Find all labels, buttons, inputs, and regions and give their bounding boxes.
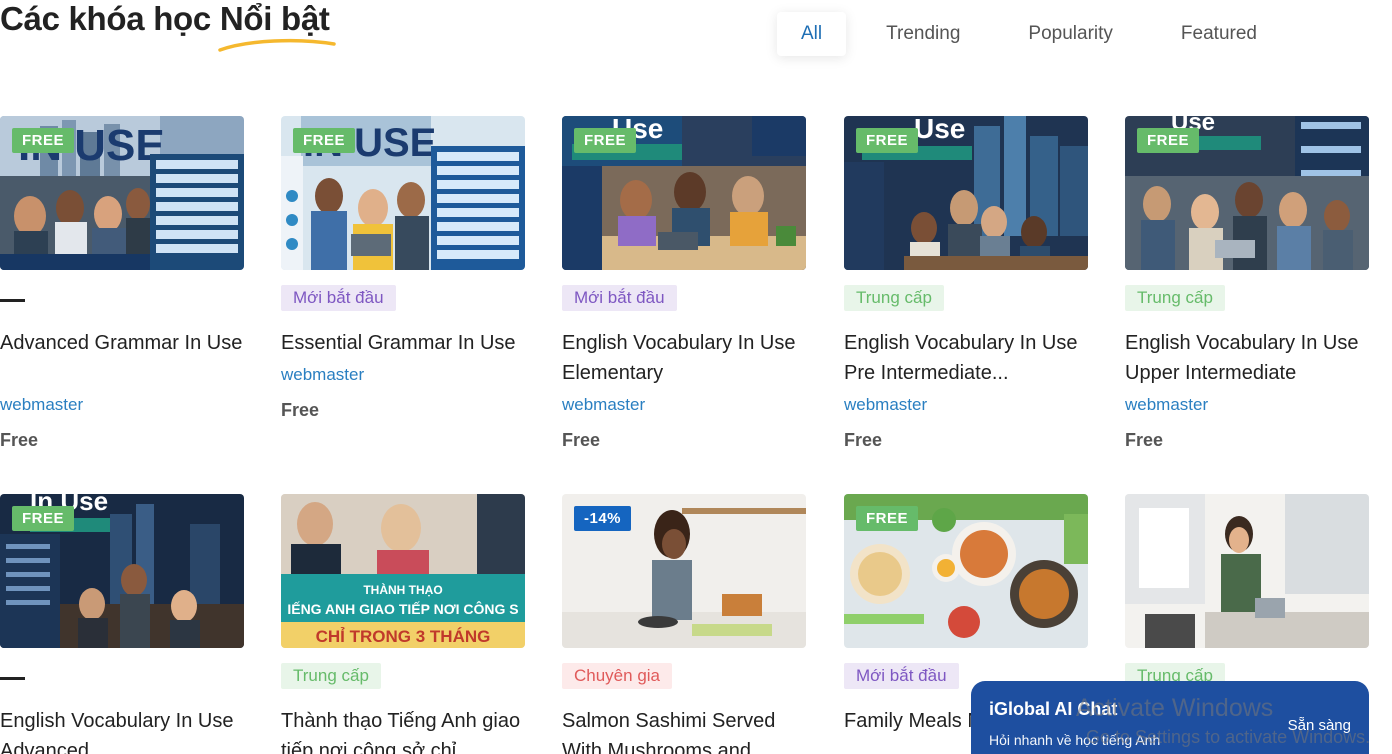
- course-price: Free: [281, 400, 320, 420]
- free-badge: FREE: [12, 506, 75, 531]
- course-title[interactable]: Essential Grammar In Use: [281, 328, 525, 358]
- watermark-line-1: Activate Windows: [1076, 694, 1274, 722]
- course-card[interactable]: In Use FREE English Vocabulary In Use Ad…: [0, 494, 244, 754]
- free-badge: FREE: [12, 128, 75, 153]
- level-badge: Trung cấp: [1125, 285, 1225, 311]
- course-thumbnail[interactable]: Use FREE: [844, 116, 1088, 270]
- filter-tabs: All Trending Popularity Featured: [777, 12, 1278, 56]
- course-author[interactable]: webmaster: [1125, 395, 1208, 415]
- course-price: Free: [562, 430, 601, 450]
- level-placeholder-dash: [0, 299, 25, 302]
- free-badge: FREE: [856, 128, 919, 153]
- filter-tab-all[interactable]: All: [777, 12, 847, 56]
- course-title[interactable]: English Vocabulary In Use Pre Intermedia…: [844, 328, 1088, 388]
- course-title[interactable]: English Vocabulary In Use Elementary: [562, 328, 806, 388]
- filter-tab-popularity[interactable]: Popularity: [1008, 12, 1133, 56]
- section-title-highlight-text: Nổi bật: [219, 0, 330, 37]
- watermark-line-2: Go to Settings to activate Windows.: [1086, 727, 1371, 747]
- course-author[interactable]: webmaster: [844, 395, 927, 415]
- course-thumbnail[interactable]: Use FREE: [1125, 116, 1369, 270]
- level-badge: Mới bắt đầu: [562, 285, 677, 311]
- course-title[interactable]: Advanced Grammar In Use: [0, 328, 244, 358]
- course-author[interactable]: webmaster: [281, 365, 364, 385]
- level-placeholder-dash: [0, 677, 25, 680]
- course-thumbnail[interactable]: FREE: [844, 494, 1088, 648]
- filter-tab-featured[interactable]: Featured: [1161, 12, 1277, 56]
- level-badge: Trung cấp: [281, 663, 381, 689]
- free-badge: FREE: [574, 128, 637, 153]
- level-badge: Mới bắt đầu: [281, 285, 396, 311]
- section-title-highlight: Nổi bật: [218, 0, 336, 52]
- free-badge: FREE: [293, 128, 356, 153]
- course-card[interactable]: Trung cấp: [1125, 494, 1369, 689]
- course-thumbnail[interactable]: In Use FREE: [0, 494, 244, 648]
- course-thumbnail[interactable]: IN USE FREE: [0, 116, 244, 270]
- course-thumbnail[interactable]: [1125, 494, 1369, 648]
- section-title-plain: Các khóa học: [0, 0, 220, 37]
- level-badge: Trung cấp: [844, 285, 944, 311]
- course-title[interactable]: Salmon Sashimi Served With Mushrooms and: [562, 706, 806, 754]
- course-price: Free: [1125, 430, 1164, 450]
- course-card[interactable]: FREE Mới bắt đầu Family Meals Nutrition: [844, 494, 1088, 732]
- course-thumbnail[interactable]: THÀNH THẠO IẾNG ANH GIAO TIẾP NƠI CÔNG S…: [281, 494, 525, 648]
- course-author[interactable]: webmaster: [562, 395, 645, 415]
- course-card[interactable]: THÀNH THẠO IẾNG ANH GIAO TIẾP NƠI CÔNG S…: [281, 494, 525, 754]
- course-price: Free: [844, 430, 883, 450]
- filter-tab-trending[interactable]: Trending: [866, 12, 980, 56]
- course-thumbnail[interactable]: -14%: [562, 494, 806, 648]
- course-title[interactable]: Thành thạo Tiếng Anh giao tiếp nơi công …: [281, 706, 525, 754]
- section-title: Các khóa học Nổi bật: [0, 0, 336, 52]
- banner-line-1: THÀNH THẠO: [363, 582, 442, 597]
- windows-activation-watermark: Activate Windows Go to Settings to activ…: [1076, 694, 1370, 748]
- course-cover-image: [1125, 494, 1369, 648]
- course-title[interactable]: English Vocabulary In Use Advanced: [0, 706, 244, 754]
- svg-text:Use: Use: [914, 116, 965, 144]
- course-thumbnail[interactable]: Use FREE: [562, 116, 806, 270]
- course-cover-image: THÀNH THẠO IẾNG ANH GIAO TIẾP NƠI CÔNG S…: [281, 494, 525, 648]
- level-badge: Mới bắt đầu: [844, 663, 959, 689]
- title-underline-decoration: [218, 38, 336, 52]
- free-badge: FREE: [1137, 128, 1200, 153]
- course-card[interactable]: -14% Chuyên gia Salmon Sashimi Served Wi…: [562, 494, 806, 754]
- course-card[interactable]: Use FREE Trung cấp English Vocabulary In…: [1125, 116, 1369, 450]
- course-author[interactable]: webmaster: [0, 395, 83, 415]
- banner-line-2: IẾNG ANH GIAO TIẾP NƠI CÔNG S: [287, 600, 518, 617]
- course-card[interactable]: Use FREE Mới bắt đầu English Vocabulary …: [562, 116, 806, 450]
- course-thumbnail[interactable]: IN USE FREE: [281, 116, 525, 270]
- course-card[interactable]: Use FREE Trung cấp English Vocabulary In…: [844, 116, 1088, 450]
- banner-line-3: CHỈ TRONG 3 THÁNG: [316, 627, 491, 646]
- discount-badge: -14%: [574, 506, 632, 531]
- level-badge: Chuyên gia: [562, 663, 673, 689]
- course-card[interactable]: IN USE FREE Mới bắt đầu Essential Gramma…: [281, 116, 525, 420]
- course-price: Free: [0, 430, 39, 450]
- free-badge: FREE: [856, 506, 919, 531]
- course-title[interactable]: English Vocabulary In Use Upper Intermed…: [1125, 328, 1369, 388]
- course-card[interactable]: IN USE FREE Advanced Grammar In Use webm…: [0, 116, 244, 450]
